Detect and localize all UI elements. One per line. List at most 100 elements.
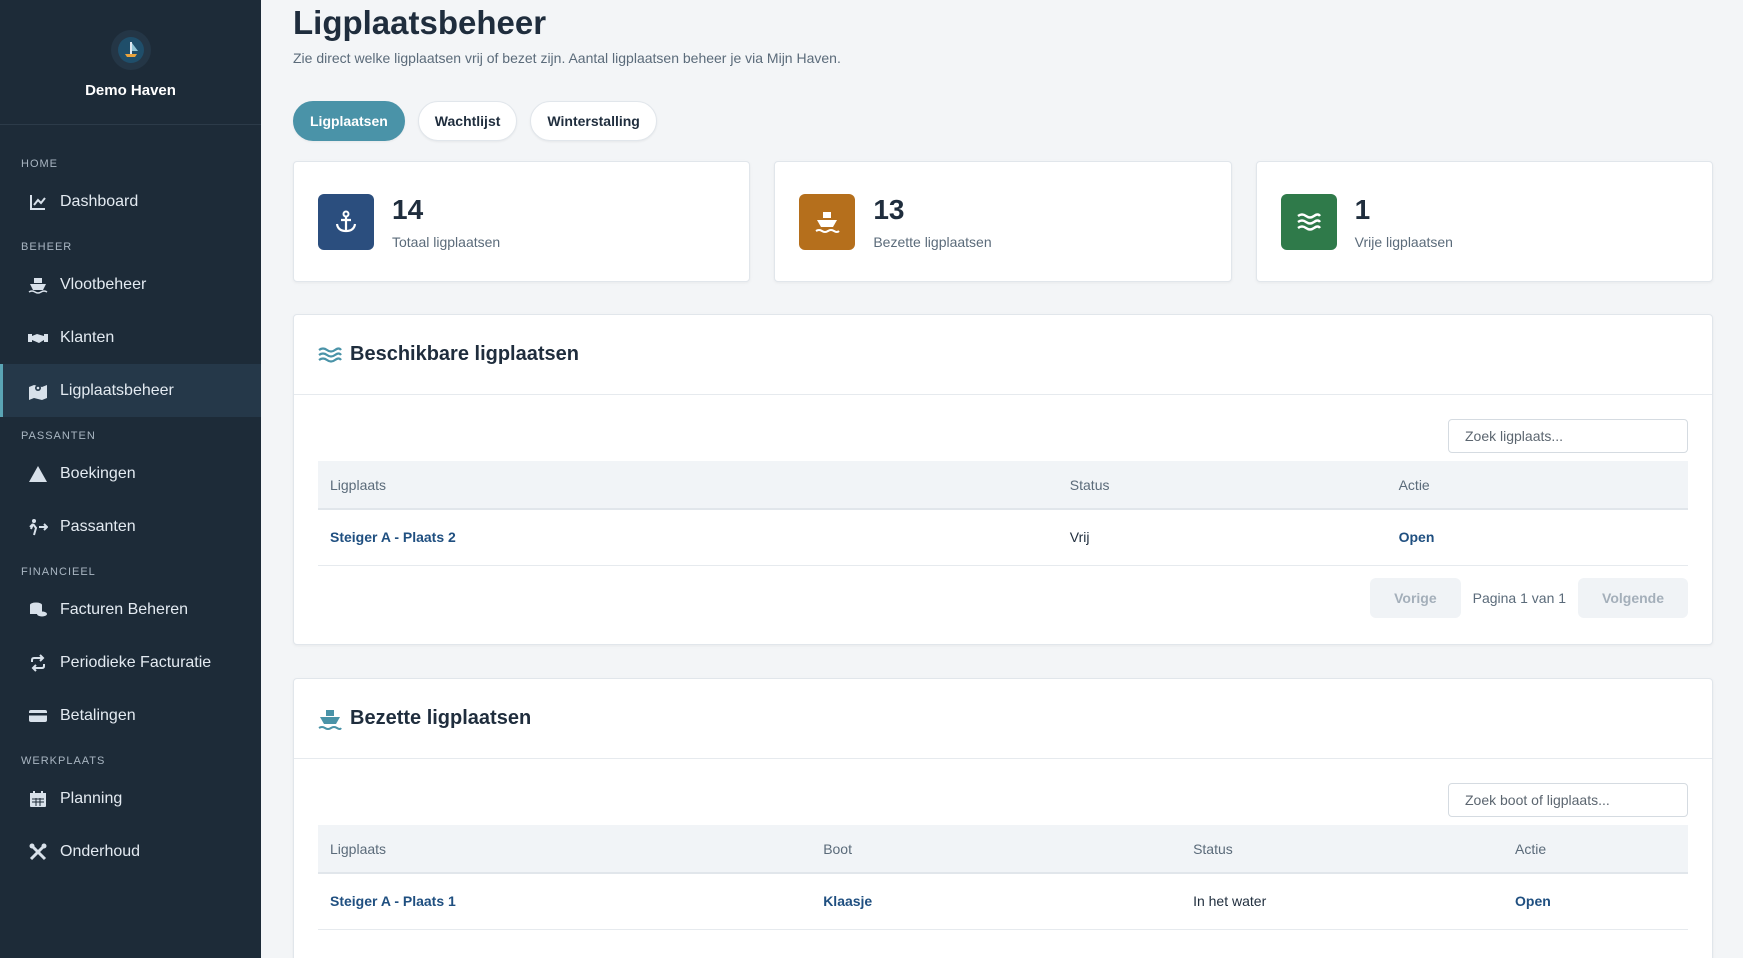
occupied-berths-panel: Bezette ligplaatsen Ligplaats Boot Statu… [293, 678, 1713, 958]
table-header-row: Ligplaats Boot Status Actie [318, 825, 1688, 874]
stat-card-vrij: 1 Vrije ligplaatsen [1255, 161, 1713, 282]
berth-link[interactable]: Steiger A - Plaats 1 [330, 893, 456, 909]
available-berths-panel: Beschikbare ligplaatsen Ligplaats Status… [293, 314, 1713, 645]
panel-title: Beschikbare ligplaatsen [350, 343, 579, 365]
sidebar-item-label: Klanten [60, 328, 115, 346]
panel-header: Beschikbare ligplaatsen [294, 315, 1712, 395]
tab-winterstalling[interactable]: Winterstalling [530, 101, 657, 141]
nav-section-home: HOME [21, 158, 58, 170]
cell-status: Vrij [1057, 509, 1387, 566]
sidebar-item-label: Vlootbeheer [60, 275, 147, 293]
cell-ligplaats[interactable]: Steiger A - Plaats 1 [318, 873, 812, 930]
column-header[interactable]: Ligplaats [318, 825, 812, 874]
column-header[interactable]: Actie [1503, 825, 1688, 874]
stat-value: 1 [1354, 193, 1371, 225]
stat-text: 14 Totaal ligplaatsen [392, 194, 500, 250]
map-location-icon [28, 381, 48, 401]
occupied-table: Ligplaats Boot Status Actie Steiger A - … [318, 825, 1688, 930]
brand-name: Demo Haven [85, 82, 176, 99]
panel-body: Ligplaats Status Actie Steiger A - Plaat… [294, 395, 1712, 642]
brand[interactable]: Demo Haven [0, 0, 261, 125]
available-table: Ligplaats Status Actie Steiger A - Plaat… [318, 461, 1688, 566]
next-page-button[interactable]: Volgende [1578, 577, 1688, 618]
calendar-icon [28, 789, 48, 809]
nav-section-passanten: PASSANTEN [21, 430, 96, 442]
coins-icon [28, 600, 48, 620]
sidebar-item-facturen[interactable]: Facturen Beheren [0, 583, 261, 636]
main-nav: HOME Dashboard BEHEER Vlootbeheer Klante… [0, 125, 261, 878]
column-header[interactable]: Actie [1386, 461, 1688, 510]
page-subtitle: Zie direct welke ligplaatsen vrij of bez… [293, 50, 841, 66]
boat-link[interactable]: Klaasje [823, 893, 872, 909]
sidebar-item-klanten[interactable]: Klanten [0, 311, 261, 364]
tools-icon [28, 842, 48, 862]
column-header[interactable]: Ligplaats [318, 461, 1058, 510]
table-header-row: Ligplaats Status Actie [318, 461, 1688, 510]
stat-card-totaal: 14 Totaal ligplaatsen [293, 161, 751, 282]
cell-status: In het water [1181, 873, 1504, 930]
anchor-icon [318, 193, 374, 250]
open-link[interactable]: Open [1515, 893, 1551, 909]
tab-wachtlijst[interactable]: Wachtlijst [417, 101, 518, 141]
stat-label: Bezette ligplaatsen [873, 233, 992, 250]
sidebar-item-label: Ligplaatsbeheer [60, 381, 174, 399]
open-link[interactable]: Open [1399, 529, 1435, 545]
stats-row: 14 Totaal ligplaatsen 13 Bezette ligplaa… [293, 161, 1713, 282]
panel-title: Bezette ligplaatsen [350, 707, 532, 729]
sidebar-item-label: Boekingen [60, 464, 136, 482]
water-icon [1280, 193, 1337, 250]
previous-page-button[interactable]: Vorige [1370, 577, 1461, 618]
column-header[interactable]: Boot [811, 825, 1182, 874]
sidebar-item-betalingen[interactable]: Betalingen [0, 689, 261, 742]
cell-actie[interactable]: Open [1503, 873, 1688, 930]
sidebar-item-label: Passanten [60, 517, 136, 535]
sidebar-item-boekingen[interactable]: Boekingen [0, 447, 261, 500]
table-row: Steiger A - Plaats 2 Vrij Open [318, 509, 1688, 566]
person-walking-arrow-icon [28, 517, 48, 537]
cell-actie[interactable]: Open [1386, 509, 1688, 566]
sidebar-item-passanten[interactable]: Passanten [0, 500, 261, 553]
handshake-icon [28, 328, 48, 348]
table-row: Steiger A - Plaats 1 Klaasje In het wate… [318, 873, 1688, 930]
stat-label: Vrije ligplaatsen [1354, 233, 1453, 250]
sidebar-item-vlootbeheer[interactable]: Vlootbeheer [0, 258, 261, 311]
tent-icon [28, 464, 48, 484]
column-header[interactable]: Status [1181, 825, 1504, 874]
cell-ligplaats[interactable]: Steiger A - Plaats 2 [318, 509, 1058, 566]
panel-body: Ligplaats Boot Status Actie Steiger A - … [294, 759, 1712, 954]
sidebar: Demo Haven HOME Dashboard BEHEER Vlootbe… [0, 0, 261, 958]
tab-ligplaatsen[interactable]: Ligplaatsen [293, 101, 405, 141]
main-content: Ligplaatsbeheer Zie direct welke ligplaa… [261, 0, 1743, 958]
sidebar-item-label: Periodieke Facturatie [60, 653, 212, 671]
sidebar-item-label: Onderhoud [60, 842, 141, 860]
sidebar-item-planning[interactable]: Planning [0, 772, 261, 825]
stat-text: 13 Bezette ligplaatsen [873, 194, 991, 250]
tab-bar: Ligplaatsen Wachtlijst Winterstalling [293, 101, 657, 141]
sidebar-item-ligplaatsbeheer[interactable]: Ligplaatsbeheer [0, 364, 261, 417]
pagination: Vorige Pagina 1 van 1 Volgende [318, 577, 1688, 618]
sidebar-item-periodiek[interactable]: Periodieke Facturatie [0, 636, 261, 689]
ship-icon [28, 275, 48, 295]
nav-section-financieel: FINANCIEEL [21, 566, 96, 578]
panel-header: Bezette ligplaatsen [294, 679, 1712, 759]
sidebar-item-dashboard[interactable]: Dashboard [0, 175, 261, 228]
brand-logo-icon [110, 30, 151, 70]
search-input[interactable] [1448, 419, 1688, 453]
page-info: Pagina 1 van 1 [1472, 589, 1567, 606]
search-input[interactable] [1448, 783, 1688, 817]
column-header[interactable]: Status [1057, 461, 1387, 510]
stat-value: 14 [392, 193, 424, 225]
water-icon [318, 343, 342, 367]
stat-text: 1 Vrije ligplaatsen [1355, 194, 1453, 250]
sidebar-item-label: Betalingen [60, 706, 136, 724]
berth-link[interactable]: Steiger A - Plaats 2 [330, 529, 456, 545]
cell-boot[interactable]: Klaasje [811, 873, 1182, 930]
repeat-icon [28, 653, 48, 673]
ship-icon [318, 707, 342, 731]
credit-card-icon [28, 706, 48, 726]
sidebar-item-onderhoud[interactable]: Onderhoud [0, 825, 261, 878]
nav-section-beheer: BEHEER [21, 241, 73, 253]
stat-label: Totaal ligplaatsen [392, 233, 501, 250]
ship-icon [799, 193, 856, 250]
stat-card-bezet: 13 Bezette ligplaatsen [774, 161, 1232, 282]
